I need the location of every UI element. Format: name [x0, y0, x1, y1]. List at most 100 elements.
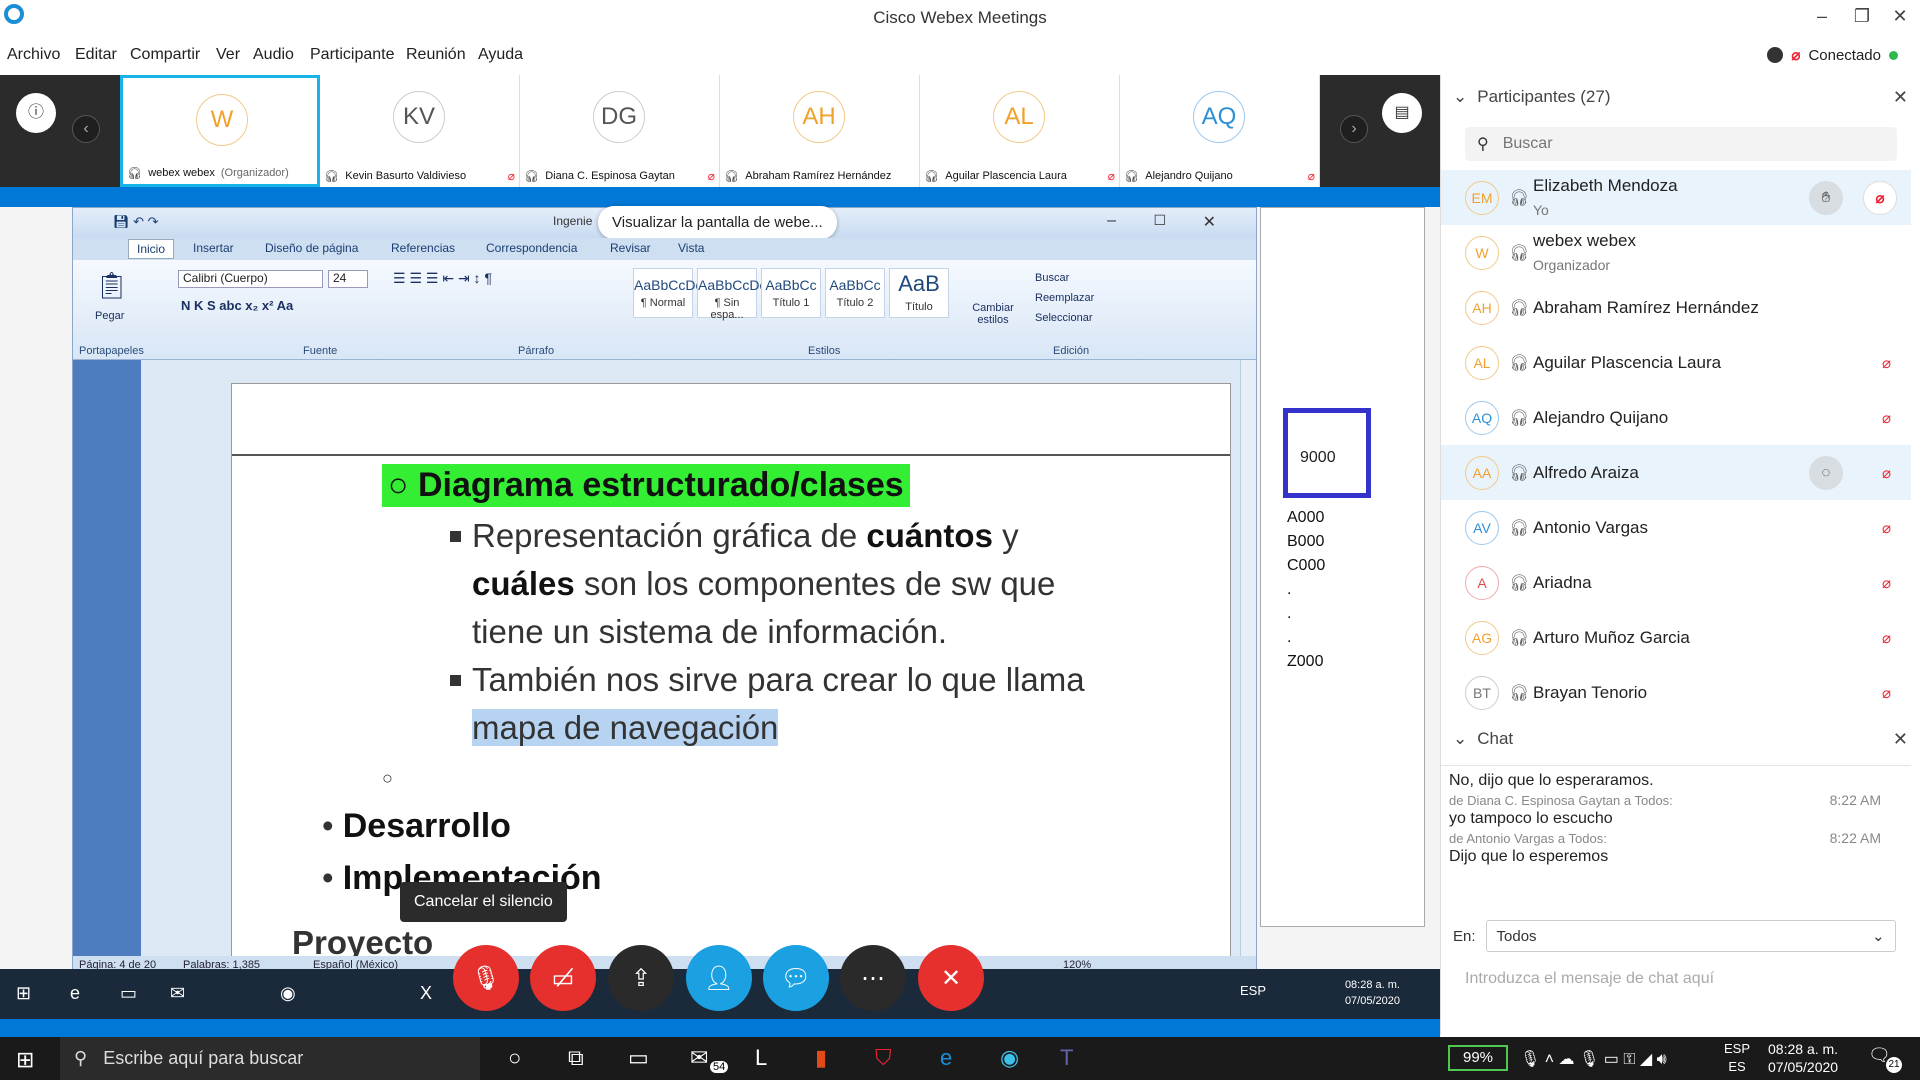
task-view-icon[interactable]: ⧉	[568, 1045, 584, 1071]
taskbar-clock[interactable]: 08:28 a. m. 07/05/2020	[1768, 1040, 1838, 1076]
video-tile[interactable]: KV 🎧︎ Kevin Basurto Valdivieso ⌀	[320, 75, 520, 187]
edge-icon[interactable]: e	[940, 1045, 952, 1071]
language-indicator[interactable]: ESP ES	[1724, 1040, 1750, 1076]
taskbar-search[interactable]: ⚲ Escribe aquí para buscar	[60, 1037, 480, 1080]
tab-vista[interactable]: Vista	[678, 241, 704, 255]
selected-text[interactable]: mapa de navegación	[472, 709, 779, 746]
mail-icon[interactable]: ✉	[690, 1045, 708, 1071]
share-view-tooltip[interactable]: Visualizar la pantalla de webe...	[598, 206, 837, 239]
video-off-button[interactable]: ▭̸	[530, 945, 596, 1011]
style-heading2[interactable]: AaBbCc Título 2	[825, 268, 885, 318]
windows-start-icon[interactable]: ⊞	[16, 1047, 34, 1073]
tab-insertar[interactable]: Insertar	[193, 241, 234, 255]
close-icon[interactable]: ✕	[1880, 6, 1920, 27]
tab-diseno[interactable]: Diseño de página	[265, 241, 358, 255]
close-participants-icon[interactable]: ✕	[1893, 87, 1908, 108]
participant-row[interactable]: EM 🎧︎ Elizabeth Mendoza Yo ✋︎ ⌀	[1441, 170, 1911, 225]
office-icon[interactable]: ▮	[815, 1045, 827, 1071]
menu-archivo[interactable]: Archivo	[7, 46, 60, 64]
video-tile[interactable]: AH 🎧︎ Abraham Ramírez Hernández	[720, 75, 920, 187]
video-tile[interactable]: DG 🎧︎ Diana C. Espinosa Gaytan ⌀	[520, 75, 720, 187]
replace-button[interactable]: Reemplazar	[1035, 292, 1094, 304]
paragraph-buttons[interactable]: ☰ ☰ ☰ ⇤ ⇥ ↕ ¶	[393, 270, 492, 287]
participants-button[interactable]: 👤︎	[686, 945, 752, 1011]
paste-button[interactable]: Pegar	[95, 310, 124, 322]
menu-participante[interactable]: Participante	[310, 46, 395, 64]
mic-muted-button[interactable]: ⌀	[1863, 180, 1897, 215]
video-tile[interactable]: AQ 🎧︎ Alejandro Quijano ⌀	[1120, 75, 1320, 187]
chat-button[interactable]: 💬︎	[763, 945, 829, 1011]
paste-icon[interactable]: 📋︎	[95, 270, 128, 301]
search-input[interactable]	[1502, 135, 1883, 153]
share-button[interactable]: ⇪	[608, 945, 674, 1011]
participant-row[interactable]: AQ 🎧︎ Alejandro Quijano ⌀	[1441, 390, 1911, 445]
more-button[interactable]: ⋯	[840, 945, 906, 1011]
word-close-icon[interactable]: ✕	[1203, 212, 1216, 232]
font-name-field[interactable]: Calibri (Cuerpo)	[178, 270, 323, 288]
app-l-icon[interactable]: L	[755, 1045, 767, 1071]
font-size-field[interactable]: 24	[328, 270, 368, 288]
participant-row[interactable]: A 🎧︎ Ariadna ⌀	[1441, 555, 1911, 610]
menu-ver[interactable]: Ver	[216, 46, 240, 64]
chevron-down-icon[interactable]: ⌄	[1453, 87, 1467, 107]
info-icon[interactable]: ⓘ	[16, 93, 56, 133]
cortana-icon[interactable]: ○	[508, 1045, 521, 1071]
layout-icon[interactable]: ▤	[1382, 93, 1422, 133]
select-button[interactable]: Seleccionar	[1035, 312, 1092, 324]
find-button[interactable]: Buscar	[1035, 272, 1069, 284]
chat-header[interactable]: ⌄ Chat	[1453, 729, 1513, 749]
file-explorer-icon[interactable]: ▭	[628, 1045, 649, 1071]
close-chat-icon[interactable]: ✕	[1893, 729, 1908, 750]
strip-next-arrow-icon[interactable]: ›	[1340, 115, 1368, 143]
chat-bubble-icon[interactable]: ◌	[1809, 455, 1843, 490]
video-tile[interactable]: W 🎧︎ webex webex (Organizador)	[120, 75, 320, 187]
participant-row[interactable]: AL 🎧︎ Aguilar Plascencia Laura ⌀	[1441, 335, 1911, 390]
chat-recipient-select[interactable]: Todos ⌄	[1485, 920, 1896, 952]
participants-header[interactable]: ⌄ Participantes (27)	[1453, 87, 1610, 107]
tab-correspondencia[interactable]: Correspondencia	[486, 241, 577, 255]
menu-editar[interactable]: Editar	[75, 46, 117, 64]
tab-referencias[interactable]: Referencias	[391, 241, 455, 255]
word-minimize-icon[interactable]: –	[1107, 212, 1116, 230]
restore-icon[interactable]: ❐	[1842, 6, 1882, 27]
chat-scrollbar[interactable]	[1895, 766, 1909, 884]
leave-button[interactable]: ✕	[918, 945, 984, 1011]
video-tile[interactable]: AL 🎧︎ Aguilar Plascencia Laura ⌀	[920, 75, 1120, 187]
tile-name: Aguilar Plascencia Laura	[945, 170, 1067, 182]
menu-compartir[interactable]: Compartir	[130, 46, 200, 64]
style-no-spacing[interactable]: AaBbCcDc ¶ Sin espa...	[697, 268, 766, 321]
participant-row[interactable]: AV 🎧︎ Antonio Vargas ⌀	[1441, 500, 1911, 555]
menu-ayuda[interactable]: Ayuda	[478, 46, 523, 64]
style-title[interactable]: AaB Título	[889, 268, 949, 318]
participant-row[interactable]: BT 🎧︎ Brayan Tenorio ⌀	[1441, 665, 1911, 720]
chat-input[interactable]: Introduzca el mensaje de chat aquí	[1465, 970, 1714, 988]
raise-hand-icon[interactable]: ✋︎	[1809, 180, 1843, 215]
tab-inicio[interactable]: Inicio	[128, 239, 175, 259]
battery-indicator[interactable]: 99%	[1448, 1045, 1508, 1071]
word-restore-icon[interactable]: ☐	[1153, 212, 1166, 229]
format-buttons[interactable]: N K S abc x₂ x² Aa	[181, 298, 293, 313]
document-page[interactable]: ○ Diagrama estructurado/clases Represent…	[231, 383, 1231, 978]
strip-prev-arrow-icon[interactable]: ‹	[72, 115, 100, 143]
chevron-down-icon[interactable]: ⌄	[1453, 729, 1467, 749]
change-styles-button[interactable]: Cambiar estilos	[968, 302, 1018, 326]
system-tray-icons[interactable]: 🎙︎ ˄ ☁ 🎙︎ ▭ ⚿ ◢ 🔊︎	[1520, 1049, 1667, 1069]
unmute-button[interactable]: 🎙︎	[453, 945, 519, 1011]
shield-icon[interactable]: ⛉	[875, 1045, 892, 1071]
save-icon[interactable]: 💾︎ ↶ ↷	[113, 214, 159, 230]
participant-row[interactable]: AG 🎧︎ Arturo Muñoz Garcia ⌀	[1441, 610, 1911, 665]
tab-revisar[interactable]: Revisar	[610, 241, 651, 255]
style-heading1[interactable]: AaBbCc Título 1	[761, 268, 821, 318]
participant-row[interactable]: AA 🎧︎ Alfredo Araiza ◌ ⌀	[1441, 445, 1911, 500]
menu-reunion[interactable]: Reunión	[406, 46, 466, 64]
menu-audio[interactable]: Audio	[253, 46, 294, 64]
participant-row[interactable]: AH 🎧︎ Abraham Ramírez Hernández	[1441, 280, 1911, 335]
webex-icon[interactable]: ◉	[1000, 1045, 1019, 1071]
minimize-icon[interactable]: –	[1802, 6, 1842, 27]
vertical-scrollbar[interactable]	[1240, 360, 1256, 960]
participant-search[interactable]: ⚲	[1465, 127, 1897, 161]
participant-name: Antonio Vargas	[1533, 517, 1648, 537]
participant-row[interactable]: W 🎧︎ webex webex Organizador	[1441, 225, 1911, 280]
teams-icon[interactable]: T	[1060, 1045, 1073, 1071]
style-normal[interactable]: AaBbCcDc ¶ Normal	[633, 268, 702, 318]
